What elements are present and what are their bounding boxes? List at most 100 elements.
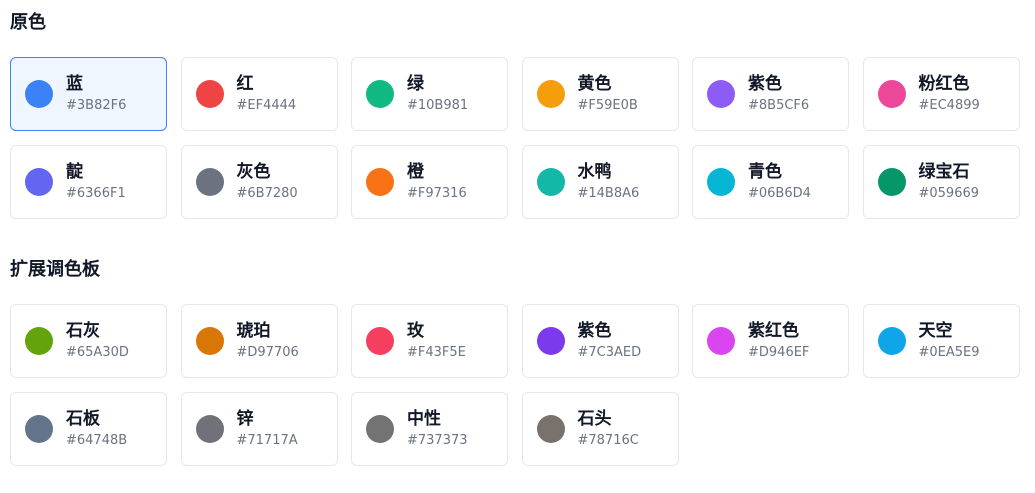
color-info: 蓝 #3B82F6 <box>66 73 126 115</box>
color-dot <box>25 168 53 196</box>
color-swatch[interactable]: 粉红色 #EC4899 <box>862 57 1020 131</box>
color-hex: #8B5CF6 <box>748 98 810 113</box>
color-hex: #0EA5E9 <box>918 345 980 360</box>
color-name: 天空 <box>918 321 953 341</box>
color-name: 橙 <box>407 162 424 182</box>
color-swatch[interactable]: 紫色 #7C3AED <box>521 304 679 378</box>
color-info: 玫 #F43F5E <box>407 320 466 362</box>
color-info: 紫红色 #D946EF <box>748 320 809 362</box>
color-swatch[interactable]: 青色 #06B6D4 <box>692 145 849 219</box>
color-dot <box>877 80 906 108</box>
color-hex: #3B82F6 <box>66 98 127 113</box>
color-swatch[interactable]: 中性 #737373 <box>351 392 508 466</box>
color-swatch[interactable]: 蓝 #3B82F6 <box>10 57 167 131</box>
color-info: 靛 #6366F1 <box>66 161 126 203</box>
color-name: 黄色 <box>577 74 612 94</box>
primary-color-grid: 蓝 #3B82F6 红 #EF4444 绿 #10B981 黄色 #F59E0B 紫色 #8B5C… <box>10 57 1020 219</box>
color-hex: #78716C <box>577 433 639 448</box>
color-info: 石头 #78716C <box>578 408 639 450</box>
color-dot <box>877 168 906 196</box>
extended-color-grid: 石灰 #65A30D 琥珀 #D97706 玫 #F43F5E 紫色 #7C3AED 紫红色 #D… <box>10 304 1020 466</box>
color-name: 玫 <box>407 321 424 341</box>
color-swatch[interactable]: 红 #EF4444 <box>180 57 338 131</box>
color-name: 绿宝石 <box>918 162 970 182</box>
color-hex: #737373 <box>407 433 468 448</box>
color-swatch[interactable]: 绿宝石 #059669 <box>862 145 1020 219</box>
color-swatch[interactable]: 石头 #78716C <box>521 392 679 466</box>
color-hex: #6B7280 <box>236 186 298 201</box>
color-swatch[interactable]: 橙 #F97316 <box>351 145 508 219</box>
color-swatch[interactable]: 紫红色 #D946EF <box>692 304 849 378</box>
color-name: 琥珀 <box>236 321 271 341</box>
color-hex: #64748B <box>66 433 128 448</box>
color-hex: #D97706 <box>236 345 299 360</box>
color-dot <box>536 327 565 355</box>
color-info: 石灰 #65A30D <box>66 320 129 362</box>
color-info: 紫色 #7C3AED <box>578 320 642 362</box>
color-name: 石灰 <box>66 321 100 341</box>
color-swatch[interactable]: 黄色 #F59E0B <box>521 57 679 131</box>
color-hex: #06B6D4 <box>748 186 811 201</box>
color-info: 琥珀 #D97706 <box>237 320 299 362</box>
color-name: 紫色 <box>577 321 612 341</box>
color-name: 靛 <box>66 162 83 182</box>
color-info: 灰色 #6B7280 <box>237 161 298 203</box>
color-name: 石板 <box>66 409 100 429</box>
color-swatch[interactable]: 玫 #F43F5E <box>351 304 508 378</box>
color-name: 紫红色 <box>748 321 799 341</box>
color-swatch[interactable]: 琥珀 #D97706 <box>180 304 338 378</box>
color-dot <box>195 80 224 108</box>
color-dot <box>707 168 735 196</box>
color-swatch[interactable]: 灰色 #6B7280 <box>180 145 338 219</box>
color-dot <box>366 415 394 443</box>
color-info: 黄色 #F59E0B <box>578 73 638 115</box>
color-hex: #EF4444 <box>236 98 297 113</box>
color-name: 绿 <box>407 74 424 94</box>
color-name: 紫色 <box>748 74 782 94</box>
color-info: 橙 #F97316 <box>407 161 467 203</box>
color-info: 锌 #71717A <box>237 408 298 450</box>
color-swatch[interactable]: 锌 #71717A <box>180 392 338 466</box>
color-swatch[interactable]: 天空 #0EA5E9 <box>862 304 1020 378</box>
color-swatch[interactable]: 紫色 #8B5CF6 <box>692 57 849 131</box>
color-swatch[interactable]: 水鸭 #14B8A6 <box>521 145 679 219</box>
color-hex: #059669 <box>918 186 980 201</box>
color-hex: #F43F5E <box>407 345 466 360</box>
color-swatch[interactable]: 石板 #64748B <box>10 392 167 466</box>
color-name: 青色 <box>748 162 782 182</box>
color-dot <box>536 415 565 443</box>
color-info: 绿宝石 #059669 <box>919 161 980 203</box>
color-swatch[interactable]: 石灰 #65A30D <box>10 304 167 378</box>
color-swatch[interactable]: 绿 #10B981 <box>351 57 508 131</box>
color-dot <box>366 327 394 355</box>
section-title-extended: 扩展调色板 <box>10 259 100 280</box>
color-dot <box>707 327 735 355</box>
color-info: 水鸭 #14B8A6 <box>578 161 640 203</box>
color-info: 中性 #737373 <box>407 408 468 450</box>
color-info: 红 #EF4444 <box>237 73 297 115</box>
color-hex: #14B8A6 <box>577 186 640 201</box>
color-info: 绿 #10B981 <box>407 73 468 115</box>
color-dot <box>25 327 53 355</box>
color-swatch[interactable]: 靛 #6366F1 <box>10 145 167 219</box>
color-dot <box>366 168 394 196</box>
color-dot <box>195 327 224 355</box>
color-info: 紫色 #8B5CF6 <box>748 73 809 115</box>
color-hex: #6366F1 <box>66 186 126 201</box>
color-dot <box>195 168 224 196</box>
color-dot <box>366 80 394 108</box>
color-name: 锌 <box>236 409 254 429</box>
color-name: 石头 <box>577 409 612 429</box>
color-dot <box>25 415 53 443</box>
color-dot <box>536 80 565 108</box>
color-info: 青色 #06B6D4 <box>748 161 811 203</box>
color-dot <box>195 415 224 443</box>
color-dot <box>707 80 735 108</box>
color-hex: #F59E0B <box>577 98 638 113</box>
color-dot <box>877 327 906 355</box>
color-hex: #D946EF <box>748 345 810 360</box>
color-name: 中性 <box>407 409 441 429</box>
color-name: 灰色 <box>236 162 271 182</box>
color-hex: #10B981 <box>407 98 469 113</box>
color-hex: #65A30D <box>66 345 129 360</box>
